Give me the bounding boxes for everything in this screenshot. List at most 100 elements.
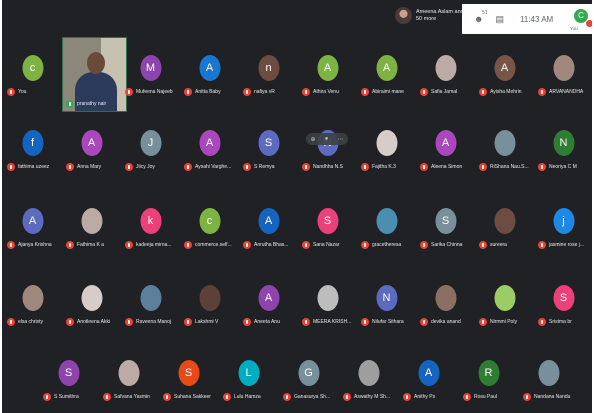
participant-avatar: A: [376, 55, 397, 81]
mic-off-icon: [103, 393, 111, 401]
participant-tile[interactable]: c commerce.self...: [181, 193, 238, 254]
mic-off-icon: [538, 163, 546, 171]
participant-label: MEERA KRISH...: [302, 318, 351, 326]
participant-name: Fajitha K.3: [372, 164, 396, 170]
participant-tile[interactable]: Fathima K a: [63, 193, 120, 254]
participant-tile[interactable]: sureera: [476, 193, 533, 254]
participant-label: Anrutha Bhas...: [243, 241, 288, 249]
participant-tile[interactable]: A Anrutha Bhas...: [240, 193, 297, 254]
participant-tile[interactable]: Safvana Yasmin: [100, 345, 157, 406]
participant-tile[interactable]: Raveena Manoj: [122, 270, 179, 331]
participant-name: Anna Mary: [77, 164, 102, 170]
participant-label: Ajanya Krishna: [7, 241, 52, 249]
participant-tile[interactable]: Lakshmi V: [181, 270, 238, 331]
participant-tile[interactable]: Nandana Nandu: [520, 345, 577, 406]
tile-hover-controls[interactable]: ⊕ ● ⋯: [306, 133, 348, 145]
participant-tile[interactable]: N Nilufar Sithara: [358, 270, 415, 331]
participant-tile[interactable]: S Sristma br: [535, 270, 592, 331]
participant-tile[interactable]: MEERA KRISH...: [299, 270, 356, 331]
participant-tile[interactable]: n nafiya vR: [240, 40, 297, 101]
participant-avatar: A: [81, 130, 102, 156]
participant-tile[interactable]: A Abiraimi mane: [358, 40, 415, 101]
participant-tile[interactable]: ARVANANDHA: [535, 40, 592, 101]
participant-tile[interactable]: S Sana Nazar: [299, 193, 356, 254]
participant-label: S Sumithra: [43, 393, 79, 401]
participant-label: sureera: [479, 241, 507, 249]
participant-name: elsa christy: [18, 319, 44, 325]
mic-off-icon: [184, 163, 192, 171]
participant-avatar: S: [435, 208, 456, 234]
participant-tile[interactable]: A Aysahi Varghe...: [181, 115, 238, 176]
participant-tile[interactable]: Nirmmi Poly: [476, 270, 533, 331]
mic-off-icon: [361, 163, 369, 171]
participant-tile[interactable]: A Anitta Baby: [181, 40, 238, 101]
video-person-face: [87, 52, 105, 74]
participant-tile[interactable]: f fathima uzeez: [4, 115, 61, 176]
participant-tile[interactable]: Anotleena Akki: [63, 270, 120, 331]
participant-avatar: N: [376, 285, 397, 311]
participant-photo: [22, 285, 43, 311]
participant-tile[interactable]: M Mufeena Najeeb: [122, 40, 179, 101]
participant-tile[interactable]: Safia Jamal: [417, 40, 474, 101]
participant-tile[interactable]: c You: [4, 40, 61, 101]
participant-tile[interactable]: Fajitha K.3: [358, 115, 415, 176]
participant-name: pranathy nair: [77, 101, 107, 107]
participant-name: RiShana Nau.S...: [490, 164, 529, 170]
participant-tile[interactable]: A Aneeta Anu: [240, 270, 297, 331]
participant-photo: [376, 130, 397, 156]
participant-photo: [538, 360, 559, 386]
participant-tile[interactable]: Aswathy M Sh...: [340, 345, 397, 406]
participant-tile[interactable]: devika anand: [417, 270, 474, 331]
people-icon[interactable]: ☻ 51: [474, 10, 488, 24]
participant-tile[interactable]: G Ganasurya Sh...: [280, 345, 337, 406]
participant-name: Neoriya C M: [549, 164, 577, 170]
participant-tile[interactable]: A Anithy Ps: [400, 345, 457, 406]
participant-tile[interactable]: N⊕●⋯Nandhha N.S: [299, 115, 356, 176]
participant-label: Athira Venu: [302, 88, 339, 96]
participant-name: Ajanya Krishna: [18, 242, 52, 248]
participant-tile[interactable]: RiShana Nau.S...: [476, 115, 533, 176]
participant-photo: [358, 360, 379, 386]
participant-name: Jiicy Joy: [136, 164, 155, 170]
presenting-chip[interactable]: Ameena Aslam and 50 more: [395, 7, 466, 24]
participant-tile[interactable]: S Suhana Sakkeer: [160, 345, 217, 406]
participant-tile[interactable]: S S Remya: [240, 115, 297, 176]
participant-tile[interactable]: A Anna Mary: [63, 115, 120, 176]
participant-avatar: n: [258, 55, 279, 81]
participant-label: S Remya: [243, 163, 275, 171]
participant-name: Nandana Nandu: [534, 394, 571, 400]
participant-name: Suhana Sakkeer: [174, 394, 211, 400]
more-icon[interactable]: ⋯: [337, 136, 343, 143]
mic-off-icon: [420, 88, 428, 96]
participant-tile[interactable]: elsa christy: [4, 270, 61, 331]
participant-tile[interactable]: R Rosu Paul: [460, 345, 517, 406]
participant-avatar: A: [418, 360, 439, 386]
participant-tile[interactable]: A Athira Venu: [299, 40, 356, 101]
video-tile-pranathy[interactable]: pranathy nair: [62, 37, 127, 112]
mute-icon[interactable]: ●: [325, 136, 329, 142]
pin-icon[interactable]: ⊕: [311, 136, 316, 143]
mic-off-icon: [7, 163, 15, 171]
mic-off-icon: [479, 88, 487, 96]
participant-tile[interactable]: N Neoriya C M: [535, 115, 592, 176]
mic-off-icon: [302, 241, 310, 249]
participant-tile[interactable]: k kadeeja mirna...: [122, 193, 179, 254]
participant-tile[interactable]: gracetheresa: [358, 193, 415, 254]
participant-tile[interactable]: S S Sumithra: [40, 345, 97, 406]
participant-tile[interactable]: L Lulu Hamza: [220, 345, 277, 406]
participant-tile[interactable]: J Jiicy Joy: [122, 115, 179, 176]
participant-label: Fathima K a: [66, 241, 104, 249]
participant-tile[interactable]: A Ajanya Krishna: [4, 193, 61, 254]
chat-icon[interactable]: ▤: [495, 14, 504, 25]
participant-photo: [494, 208, 515, 234]
mic-off-icon: [361, 318, 369, 326]
participant-photo: [118, 360, 139, 386]
participant-name: Raveena Manoj: [136, 319, 172, 325]
participant-tile[interactable]: S Sarika Chinna: [417, 193, 474, 254]
mic-off-icon: [125, 88, 133, 96]
participant-tile[interactable]: j jasmine rose j...: [535, 193, 592, 254]
mic-off-icon: [7, 318, 15, 326]
participant-tile[interactable]: A Ayisha Mehrin: [476, 40, 533, 101]
participant-tile[interactable]: A Aleena Simon: [417, 115, 474, 176]
participant-name: Sarika Chinna: [431, 242, 463, 248]
